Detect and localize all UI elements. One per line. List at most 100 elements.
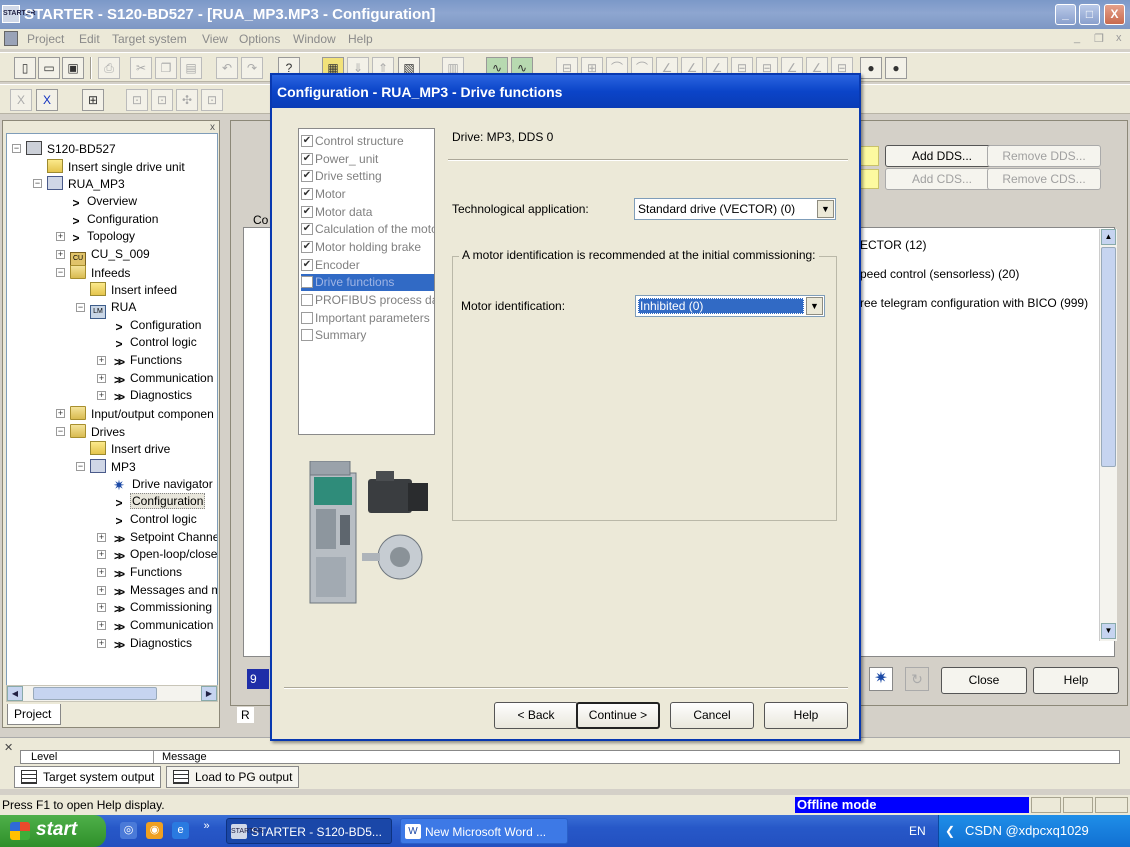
expand-icon[interactable]: +	[56, 250, 65, 259]
tree-item-insert-infeed[interactable]: Insert infeed	[90, 282, 177, 300]
tab-target-system-output[interactable]: Target system output	[14, 766, 162, 788]
open-folder-icon[interactable]: ▭	[38, 57, 60, 79]
menu-view[interactable]: View	[202, 32, 228, 46]
cancel-button[interactable]: Cancel	[670, 702, 754, 729]
insert-icon-1[interactable]: ⊡	[126, 89, 148, 111]
remove-dds-button[interactable]: Remove DDS...	[987, 145, 1101, 167]
menu-help[interactable]: Help	[348, 32, 373, 46]
tree-item-mp3-communication[interactable]: + >> Communication	[97, 618, 213, 636]
minimize-button[interactable]: _	[1055, 4, 1076, 25]
dialog-help-button[interactable]: Help	[764, 702, 848, 729]
collapse-icon[interactable]: −	[12, 144, 21, 153]
new-file-icon[interactable]: ▯	[14, 57, 36, 79]
expand-icon[interactable]: +	[97, 586, 106, 595]
refresh-icon[interactable]: ↻	[905, 667, 929, 691]
step-encoder[interactable]: ✔ Encoder	[301, 257, 434, 274]
tech-app-select[interactable]: Standard drive (VECTOR) (0) ▼	[634, 198, 836, 220]
menu-window[interactable]: Window	[293, 32, 336, 46]
scroll-right-icon[interactable]: ▶	[201, 686, 217, 701]
expand-icon[interactable]: +	[97, 356, 106, 365]
tree-item-rua-diagnostics[interactable]: + >> Diagnostics	[97, 388, 192, 406]
tree-item-drives[interactable]: − Drives	[56, 424, 125, 442]
close-button[interactable]: Close	[941, 667, 1027, 694]
tree-item-rua-control-logic[interactable]: > Control logic	[113, 335, 196, 353]
show-desktop-icon[interactable]: ◎	[120, 822, 137, 839]
language-indicator[interactable]: EN	[909, 824, 926, 838]
menu-target-system[interactable]: Target system	[112, 32, 187, 46]
scroll-left-icon[interactable]: ◀	[7, 686, 23, 701]
step-drive-functions[interactable]: Drive functions	[301, 274, 434, 291]
collapse-icon[interactable]: −	[56, 268, 65, 277]
remove-cds-button[interactable]: Remove CDS...	[987, 168, 1101, 190]
quicklaunch-overflow-icon[interactable]: »	[198, 818, 215, 835]
circle-icon-2[interactable]: ●	[885, 57, 907, 79]
redo-icon[interactable]: ↷	[241, 57, 263, 79]
tree-item-configuration[interactable]: > Configuration	[70, 212, 158, 230]
tree-item-setpoint-channel[interactable]: + >> Setpoint Channe	[97, 530, 217, 548]
project-panel-close-icon[interactable]: x	[210, 122, 215, 133]
tab-load-to-pg-output[interactable]: Load to PG output	[166, 766, 300, 788]
project-menu-icon[interactable]	[4, 31, 18, 46]
step-motor-holding-brake[interactable]: ✔ Motor holding brake	[301, 239, 434, 256]
tree-item-commissioning[interactable]: + >> Commissioning	[97, 600, 212, 618]
drive-navigator-gear-icon[interactable]: ✷	[869, 667, 893, 691]
step-drive-setting[interactable]: ✔ Drive setting	[301, 168, 434, 185]
step-important-parameters[interactable]: Important parameters	[301, 310, 434, 327]
expand-icon[interactable]: +	[97, 621, 106, 630]
step-calculation[interactable]: ✔ Calculation of the moto	[301, 221, 434, 238]
tree-item-rua-functions[interactable]: + >> Functions	[97, 353, 182, 371]
tab-project[interactable]: Project	[7, 704, 61, 725]
tree-item-mp3[interactable]: − MP3	[76, 459, 136, 477]
step-summary[interactable]: Summary	[301, 327, 434, 344]
tree-item-infeeds[interactable]: − Infeeds	[56, 265, 130, 283]
expand-icon[interactable]: +	[97, 533, 106, 542]
insert-icon-4[interactable]: ⊡	[201, 89, 223, 111]
tree-horizontal-scrollbar[interactable]: ◀ ▶	[6, 685, 218, 702]
mdi-minimize-button[interactable]: _	[1074, 32, 1080, 44]
step-control-structure[interactable]: ✔ Control structure	[301, 133, 434, 150]
tree-item-insert-drive[interactable]: Insert drive	[90, 441, 170, 459]
insert-icon-3[interactable]: ✣	[176, 89, 198, 111]
xi-icon[interactable]: X	[10, 89, 32, 111]
insert-icon-2[interactable]: ⊡	[151, 89, 173, 111]
back-button[interactable]: < Back	[494, 702, 578, 729]
tree-item-rua[interactable]: − LM RUA	[76, 300, 136, 319]
task-word[interactable]: W New Microsoft Word ...	[400, 818, 568, 844]
expand-icon[interactable]: +	[97, 603, 106, 612]
workspace-tab-partial[interactable]: Co	[253, 213, 268, 227]
rua-tab-partial[interactable]: R	[237, 707, 254, 723]
maximize-button[interactable]: □	[1079, 4, 1100, 25]
scroll-thumb[interactable]	[33, 687, 157, 700]
expand-icon[interactable]: +	[56, 232, 65, 241]
task-starter[interactable]: STARTER STARTER - S120-BD5...	[226, 818, 392, 844]
tree-item-mp3-diagnostics[interactable]: + >> Diagnostics	[97, 636, 192, 654]
step-motor[interactable]: ✔ Motor	[301, 186, 434, 203]
scroll-thumb[interactable]	[1101, 247, 1116, 467]
tree-item-topology[interactable]: + > Topology	[56, 229, 135, 247]
media-icon[interactable]: ◉	[146, 822, 163, 839]
expand-icon[interactable]: +	[97, 374, 106, 383]
mdi-close-button[interactable]: x	[1116, 32, 1122, 44]
expand-icon[interactable]: +	[97, 639, 106, 648]
collapse-icon[interactable]: −	[76, 462, 85, 471]
add-dds-button[interactable]: Add DDS...	[885, 145, 999, 167]
tree-item-mp3-configuration[interactable]: > Configuration	[113, 493, 206, 512]
save-icon[interactable]: ▣	[62, 57, 84, 79]
start-button[interactable]: start	[0, 815, 106, 847]
paste-icon[interactable]: ▤	[180, 57, 202, 79]
expand-icon[interactable]: +	[97, 568, 106, 577]
chevron-down-icon[interactable]: ▼	[806, 297, 823, 315]
tree-item-project[interactable]: − S120-BD527	[12, 141, 116, 159]
column-message[interactable]: Message	[153, 751, 207, 763]
xe-icon[interactable]: X	[36, 89, 58, 111]
tree-item-mp3-functions[interactable]: + >> Functions	[97, 565, 182, 583]
menu-options[interactable]: Options	[239, 32, 280, 46]
output-close-icon[interactable]: ✕	[4, 741, 13, 754]
tree-item-cu-s-009[interactable]: + CU CU_S_009	[56, 247, 150, 266]
collapse-icon[interactable]: −	[33, 179, 42, 188]
cut-icon[interactable]: ✂	[130, 57, 152, 79]
step-motor-data[interactable]: ✔ Motor data	[301, 204, 434, 221]
scroll-up-icon[interactable]: ▲	[1101, 229, 1116, 245]
help-button[interactable]: Help	[1033, 667, 1119, 694]
internet-explorer-icon[interactable]: e	[172, 822, 189, 839]
